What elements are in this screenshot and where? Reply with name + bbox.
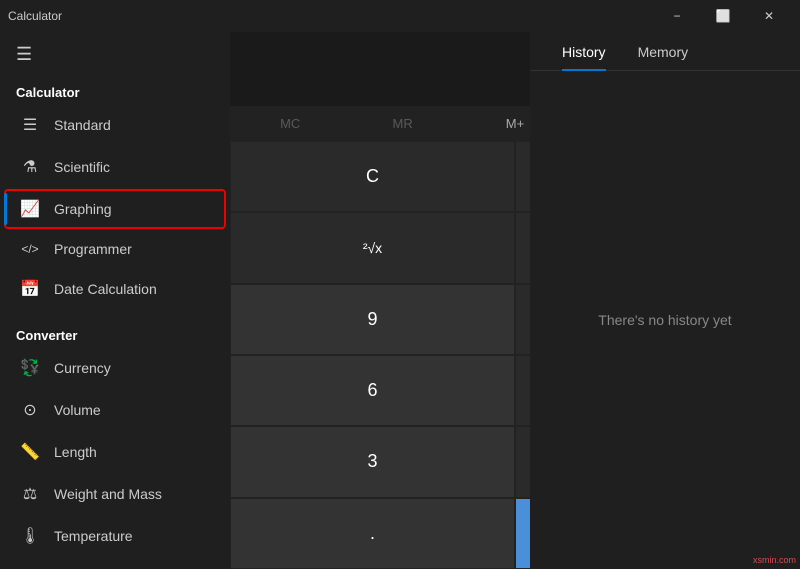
sidebar-label-temperature: Temperature: [54, 528, 133, 544]
title-bar: Calculator − ⬜ ✕: [0, 0, 800, 32]
clear-button[interactable]: C: [230, 141, 515, 212]
sidebar-item-standard[interactable]: ☰ Standard: [4, 105, 226, 145]
restore-button[interactable]: ⬜: [700, 0, 746, 32]
close-button[interactable]: ✕: [746, 0, 792, 32]
converter-section-title: Converter: [0, 320, 230, 347]
decimal-button[interactable]: .: [230, 498, 515, 569]
sidebar-item-weight[interactable]: ⚖ Weight and Mass: [4, 474, 226, 514]
mr-button[interactable]: MR: [346, 108, 458, 139]
sidebar: ☰ Calculator ☰ Standard ⚗ Scientific 📈 G…: [0, 32, 230, 569]
sidebar-label-standard: Standard: [54, 117, 111, 133]
watermark: xsmin.com: [753, 555, 796, 565]
history-empty-message: There's no history yet: [530, 71, 800, 569]
date-icon: 📅: [20, 279, 40, 299]
scientific-icon: ⚗: [20, 157, 40, 177]
sidebar-label-currency: Currency: [54, 360, 111, 376]
panel-tabs: History Memory: [530, 32, 800, 71]
sidebar-label-programmer: Programmer: [54, 241, 132, 257]
sidebar-item-temperature[interactable]: 🌡 Temperature: [4, 516, 226, 556]
volume-icon: ⊙: [20, 400, 40, 420]
six-button[interactable]: 6: [230, 355, 515, 426]
title-bar-controls: − ⬜ ✕: [654, 0, 792, 32]
sidebar-label-volume: Volume: [54, 402, 101, 418]
sidebar-item-scientific[interactable]: ⚗ Scientific: [4, 147, 226, 187]
programmer-icon: </>: [20, 242, 40, 256]
length-icon: 📏: [20, 442, 40, 462]
app-body: ☰ Calculator ☰ Standard ⚗ Scientific 📈 G…: [0, 32, 800, 569]
nine-button[interactable]: 9: [230, 284, 515, 355]
hamburger-icon[interactable]: ☰: [0, 32, 230, 77]
three-button[interactable]: 3: [230, 426, 515, 497]
sidebar-item-currency[interactable]: 💱 Currency: [4, 348, 226, 388]
sidebar-item-date[interactable]: 📅 Date Calculation: [4, 269, 226, 309]
graphing-icon: 📈: [20, 199, 40, 219]
sidebar-label-length: Length: [54, 444, 97, 460]
standard-icon: ☰: [20, 115, 40, 135]
sidebar-item-graphing[interactable]: 📈 Graphing: [4, 189, 226, 229]
sidebar-item-about[interactable]: ℹ About: [4, 558, 226, 569]
title-bar-left: Calculator: [8, 9, 62, 23]
calculator-section-title: Calculator: [0, 77, 230, 104]
sidebar-label-graphing: Graphing: [54, 201, 112, 217]
right-panel: History Memory There's no history yet: [530, 32, 800, 569]
sidebar-item-programmer[interactable]: </> Programmer: [4, 231, 226, 267]
app-title: Calculator: [8, 9, 62, 23]
sidebar-item-length[interactable]: 📏 Length: [4, 432, 226, 472]
weight-icon: ⚖: [20, 484, 40, 504]
sidebar-label-date: Date Calculation: [54, 281, 157, 297]
minimize-button[interactable]: −: [654, 0, 700, 32]
tab-history[interactable]: History: [546, 32, 622, 70]
sqrt-button[interactable]: ²√x: [230, 212, 515, 283]
temperature-icon: 🌡: [20, 526, 40, 546]
mc-button[interactable]: MC: [234, 108, 346, 139]
sidebar-label-scientific: Scientific: [54, 159, 110, 175]
tab-memory[interactable]: Memory: [622, 32, 705, 70]
sidebar-item-volume[interactable]: ⊙ Volume: [4, 390, 226, 430]
sidebar-label-weight: Weight and Mass: [54, 486, 162, 502]
currency-icon: 💱: [20, 358, 40, 378]
